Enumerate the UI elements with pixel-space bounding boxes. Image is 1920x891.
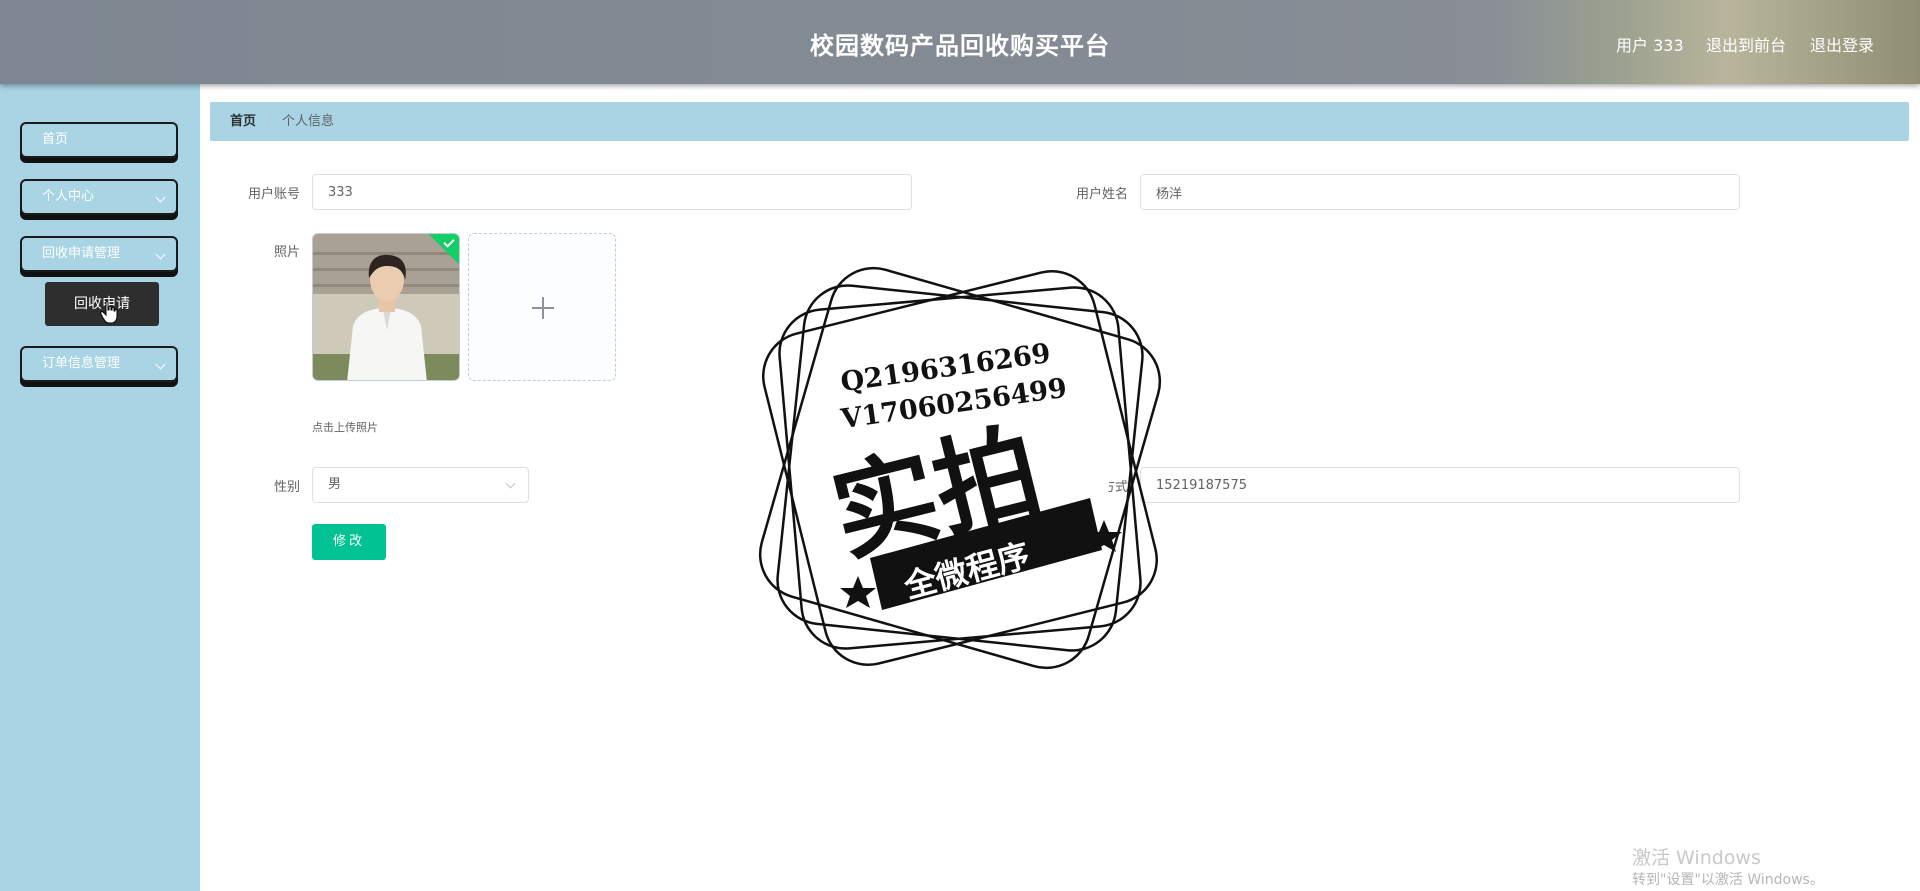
sidebar-item-recycle-management[interactable]: 回收申请管理 <box>20 236 178 272</box>
logout-link[interactable]: 退出登录 <box>1810 32 1874 56</box>
top-header: 校园数码产品回收购买平台 用户 333 退出到前台 退出登录 <box>0 0 1920 84</box>
sidebar-item-label: 首页 <box>42 132 69 147</box>
upload-tip: 点击上传照片 <box>312 421 378 434</box>
name-field[interactable] <box>1140 174 1740 210</box>
chevron-down-icon <box>155 192 166 203</box>
profile-photo[interactable] <box>312 233 460 381</box>
hand-cursor-icon <box>100 300 118 324</box>
breadcrumb-home[interactable]: 首页 <box>230 102 256 141</box>
gender-label: 性别 <box>273 480 300 495</box>
name-label: 用户姓名 <box>1075 187 1128 202</box>
sidebar-item-home[interactable]: 首页 <box>20 122 178 158</box>
gender-select[interactable]: 男 <box>312 467 529 503</box>
contact-field[interactable] <box>1140 467 1740 503</box>
sidebar-item-personal-center[interactable]: 个人中心 <box>20 179 178 215</box>
sidebar-item-label: 订单信息管理 <box>42 356 121 371</box>
sidebar-item-label: 个人中心 <box>42 189 95 204</box>
breadcrumb-current: 个人信息 <box>282 114 335 129</box>
upload-photo-button[interactable] <box>468 233 616 381</box>
sidebar: 首页 个人中心 回收申请管理 回收申请 订单信息管理 <box>0 84 200 891</box>
sidebar-item-label: 回收申请管理 <box>42 246 121 261</box>
back-to-front-link[interactable]: 退出到前台 <box>1706 32 1786 56</box>
person-photo-image <box>313 234 459 380</box>
gender-selected-value: 男 <box>328 477 342 492</box>
chevron-down-icon <box>155 359 166 370</box>
breadcrumb: 首页 / 个人信息 <box>210 102 1909 141</box>
windows-activation-subtitle: 转到"设置"以激活 Windows。 <box>1632 872 1824 888</box>
chevron-down-icon <box>505 478 516 489</box>
account-field[interactable] <box>312 174 912 210</box>
sidebar-item-order-management[interactable]: 订单信息管理 <box>20 346 178 382</box>
photo-label: 照片 <box>273 245 300 260</box>
account-label: 用户账号 <box>247 187 300 202</box>
chevron-down-icon <box>155 249 166 260</box>
current-user-label: 用户 333 <box>1616 36 1684 55</box>
modify-button[interactable]: 修改 <box>312 524 386 560</box>
watermark-stamp: Q2196316269 V17060256499 实拍 全微程序 <box>758 266 1162 670</box>
breadcrumb-separator: / <box>267 114 272 129</box>
windows-activation-title: 激活 Windows <box>1632 847 1761 869</box>
